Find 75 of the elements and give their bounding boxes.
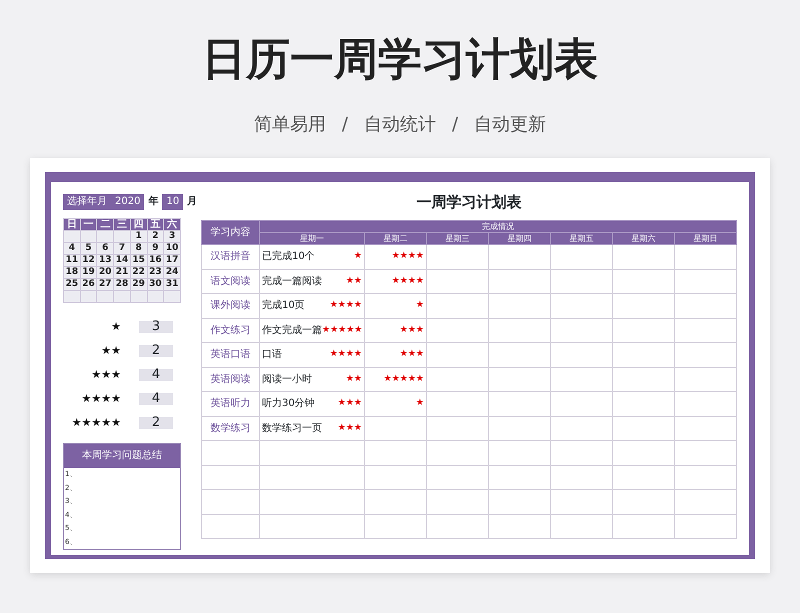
subject-cell: 汉语拼音 [202, 244, 260, 269]
year-selector[interactable]: 选择年月 2020 [63, 194, 144, 210]
group-header: 完成情况 [260, 220, 737, 232]
rating-stars: ★★★ [400, 324, 424, 336]
task-text: 口语 [262, 348, 282, 362]
year-value: 2020 [115, 195, 140, 209]
separator: / [452, 113, 458, 137]
count-value: 2 [139, 417, 173, 429]
rating-stars: ★★★ [400, 348, 424, 361]
select-label: 选择年月 [67, 194, 107, 209]
subject-cell: 课外阅读 [202, 294, 260, 318]
day-header: 星期二 [364, 232, 426, 244]
weekday-header: 四 [130, 218, 148, 230]
month-field[interactable]: 10 [162, 194, 184, 210]
rating-stars: ★★★ [90, 366, 121, 383]
weekday-header: 三 [114, 218, 130, 230]
day-header: 星期五 [550, 232, 612, 244]
weekday-header: 六 [164, 218, 180, 230]
rating-stars: ★★★★ [80, 390, 121, 407]
count-value: 2 [139, 345, 173, 357]
weekday-header: 一 [80, 218, 97, 230]
subject-cell: 语文阅读 [202, 269, 260, 294]
task-text: 听力30分钟 [262, 396, 315, 412]
rating-stars: ★ [110, 318, 121, 335]
task-text: 完成10页 [262, 298, 305, 314]
subject-cell: 数学练习 [202, 416, 260, 440]
count-value: 4 [139, 369, 173, 381]
rating-stars: ★★★★★ [322, 324, 362, 336]
rating-stars: ★ [416, 299, 424, 312]
day-header: 星期日 [674, 232, 737, 244]
count-value: 3 [139, 321, 173, 333]
rating-stars: ★ [354, 250, 362, 263]
rating-stars: ★★★★★ [70, 414, 121, 431]
rating-stars: ★★ [346, 274, 362, 288]
notes-header: 本周学习问题总结 [64, 444, 180, 468]
feature-tag: 简单易用 [254, 112, 326, 138]
subject-cell: 英语阅读 [202, 367, 260, 392]
rating-stars: ★★★ [338, 397, 362, 410]
rating-stars: ★★★★★ [384, 372, 424, 386]
day-header: 星期三 [426, 232, 488, 244]
calendar-day[interactable]: 18 [64, 266, 80, 278]
calendar-day[interactable]: 4 [64, 242, 80, 254]
rating-stars: ★★★ [338, 422, 362, 434]
rating-stars: ★★ [346, 372, 362, 386]
rating-stars: ★ [416, 397, 424, 410]
task-text: 完成一篇阅读 [262, 274, 322, 289]
rating-stars: ★★★★ [330, 299, 362, 312]
feature-tag: 自动统计 [364, 112, 436, 138]
weekday-header: 五 [147, 218, 164, 230]
day-header: 星期六 [612, 232, 674, 244]
separator: / [342, 113, 348, 137]
month-unit: 月 [187, 195, 198, 209]
page-title: 日历一周学习计划表 [201, 33, 599, 87]
rating-stars: ★★★★ [392, 274, 424, 288]
column-header: 学习内容 [202, 220, 260, 244]
task-text: 作文完成一篇 [262, 324, 322, 338]
subject-cell: 英语口语 [202, 342, 260, 367]
weekday-header: 日 [64, 218, 80, 230]
feature-tag: 自动更新 [474, 112, 546, 138]
sheet-title: 一周学习计划表 [416, 192, 523, 212]
weekday-header: 二 [96, 218, 114, 230]
day-header: 星期一 [260, 232, 364, 244]
task-text: 数学练习一页 [262, 422, 322, 436]
rating-stars: ★★★★ [330, 348, 362, 361]
day-header: 星期四 [488, 232, 550, 244]
rating-stars: ★★ [100, 342, 121, 359]
calendar-day[interactable]: 25 [64, 278, 80, 290]
task-text: 阅读一小时 [262, 372, 312, 387]
year-unit: 年 [148, 194, 158, 209]
subject-cell: 作文练习 [202, 318, 260, 342]
calendar-day[interactable]: 11 [64, 254, 80, 266]
rating-stars: ★★★★ [392, 250, 424, 263]
count-value: 4 [139, 393, 173, 405]
subject-cell: 英语听力 [202, 392, 260, 416]
task-text: 已完成10个 [262, 250, 315, 264]
